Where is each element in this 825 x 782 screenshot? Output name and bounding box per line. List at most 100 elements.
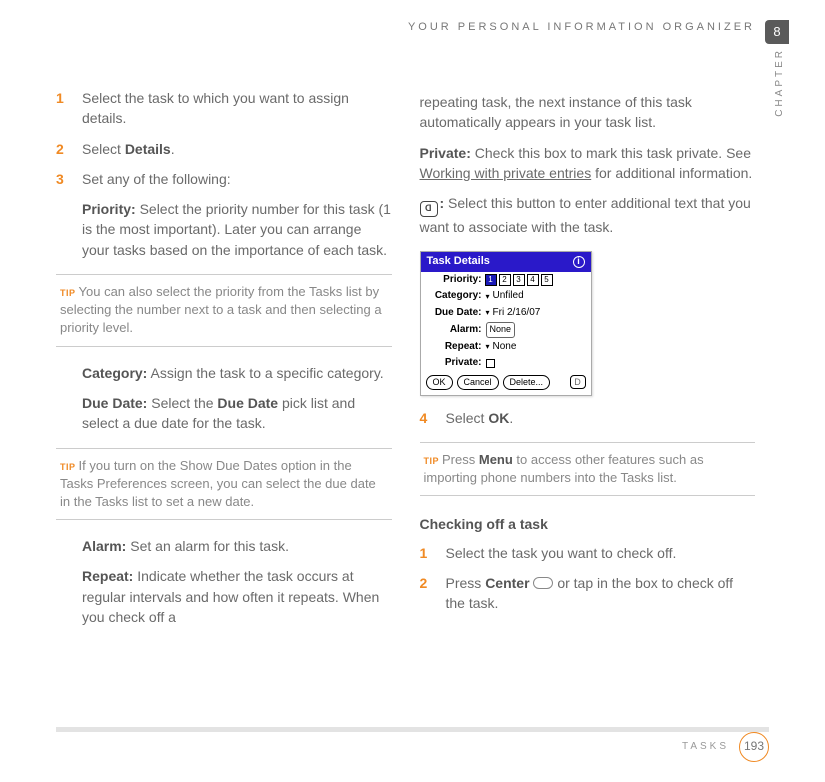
step-text: Select OK. <box>446 408 756 428</box>
step-number: 1 <box>420 543 434 563</box>
step-suffix: . <box>171 141 175 157</box>
duedate-value: Fri 2/16/07 <box>493 306 541 321</box>
step-prefix: Select <box>446 410 489 426</box>
repeat-continuation: repeating task, the next instance of thi… <box>420 92 756 133</box>
alarm-text: Set an alarm for this task. <box>126 538 289 554</box>
step-2: 2 Select Details. <box>56 139 392 159</box>
step-bold: Center <box>485 575 529 591</box>
step-prefix: Select <box>82 141 125 157</box>
private-prefix: Check this box to mark this task private… <box>471 145 751 161</box>
category-paragraph: Category: Assign the task to a specific … <box>82 363 392 383</box>
priority-cell-5[interactable]: 5 <box>541 274 553 286</box>
checking-off-heading: Checking off a task <box>420 514 756 534</box>
tip-box-3: TIPPress Menu to access other features s… <box>420 442 756 496</box>
header-title: YOUR PERSONAL INFORMATION ORGANIZER <box>408 20 755 36</box>
repeat-paragraph: Repeat: Indicate whether the task occurs… <box>82 566 392 627</box>
private-link[interactable]: Working with private entries <box>420 165 592 181</box>
dialog-titlebar: Task Details i <box>421 252 591 272</box>
row-label: Alarm: <box>426 323 482 338</box>
task-details-dialog: Task Details i Priority: 1 2 3 4 5 Categ… <box>420 251 592 396</box>
duedate-label: Due Date: <box>82 395 147 411</box>
chapter-number-badge: 8 <box>765 20 789 44</box>
row-label: Category: <box>426 289 482 304</box>
step-number: 1 <box>56 88 70 129</box>
chevron-down-icon: ▾ <box>486 291 490 303</box>
page-number: 193 <box>739 732 769 762</box>
tip-text: If you turn on the Show Due Dates option… <box>60 458 376 509</box>
tip-box-1: TIPYou can also select the priority from… <box>56 274 392 347</box>
category-text: Assign the task to a specific category. <box>147 365 383 381</box>
dialog-buttons: OK Cancel Delete... D <box>421 372 591 395</box>
step-number: 2 <box>420 573 434 614</box>
category-dropdown[interactable]: ▾Unfiled <box>486 289 524 304</box>
priority-cell-2[interactable]: 2 <box>499 274 511 286</box>
step-number: 2 <box>56 139 70 159</box>
row-label: Due Date: <box>426 306 482 321</box>
alarm-paragraph: Alarm: Set an alarm for this task. <box>82 536 392 556</box>
priority-paragraph: Priority: Select the priority number for… <box>82 199 392 260</box>
note-button[interactable]: D <box>570 375 586 389</box>
chevron-down-icon: ▾ <box>486 341 490 353</box>
step-number: 3 <box>56 169 70 189</box>
dialog-row-alarm: Alarm: None <box>421 321 591 338</box>
step-prefix: Press <box>446 575 486 591</box>
category-value: Unfiled <box>493 289 524 304</box>
step-bold: OK <box>488 410 509 426</box>
duedate-paragraph: Due Date: Select the Due Date pick list … <box>82 393 392 434</box>
step-number: 4 <box>420 408 434 428</box>
check-step-2: 2 Press Center or tap in the box to chec… <box>420 573 756 614</box>
duedate-prefix: Select the <box>147 395 217 411</box>
row-label: Private: <box>426 356 482 371</box>
dialog-row-duedate: Due Date: ▾Fri 2/16/07 <box>421 305 591 322</box>
tip-prefix: Press <box>442 452 479 467</box>
repeat-label: Repeat: <box>82 568 133 584</box>
alarm-value[interactable]: None <box>486 322 516 337</box>
step-text: Press Center or tap in the box to check … <box>446 573 756 614</box>
priority-cell-3[interactable]: 3 <box>513 274 525 286</box>
dialog-row-category: Category: ▾Unfiled <box>421 288 591 305</box>
check-step-1: 1 Select the task you want to check off. <box>420 543 756 563</box>
ok-button[interactable]: OK <box>426 375 453 390</box>
step-1: 1 Select the task to which you want to a… <box>56 88 392 129</box>
left-column: 1 Select the task to which you want to a… <box>56 88 392 637</box>
dialog-row-private: Private: <box>421 355 591 372</box>
info-icon[interactable]: i <box>573 256 585 268</box>
tip-text: You can also select the priority from th… <box>60 284 382 335</box>
note-icon-text: Select this button to enter additional t… <box>420 195 751 235</box>
step-suffix: . <box>509 410 513 426</box>
dialog-title: Task Details <box>427 254 490 270</box>
priority-label: Priority: <box>82 201 136 217</box>
tip-label: TIP <box>60 288 76 298</box>
priority-cell-4[interactable]: 4 <box>527 274 539 286</box>
footer-section: TASKS <box>682 740 729 755</box>
private-paragraph: Private: Check this box to mark this tas… <box>420 143 756 184</box>
delete-button[interactable]: Delete... <box>503 375 551 390</box>
private-checkbox[interactable] <box>486 359 495 368</box>
duedate-dropdown[interactable]: ▾Fri 2/16/07 <box>486 306 541 321</box>
step-text: Select the task to which you want to ass… <box>82 88 392 129</box>
tip-box-2: TIPIf you turn on the Show Due Dates opt… <box>56 448 392 521</box>
repeat-dropdown[interactable]: ▾None <box>486 340 517 355</box>
step-text: Set any of the following: <box>82 169 392 189</box>
tip-label: TIP <box>60 462 76 472</box>
step-bold: Details <box>125 141 171 157</box>
dialog-row-repeat: Repeat: ▾None <box>421 339 591 356</box>
page-footer: TASKS 193 <box>682 732 769 762</box>
priority-cells[interactable]: 1 2 3 4 5 <box>486 274 553 286</box>
step-4: 4 Select OK. <box>420 408 756 428</box>
priority-cell-1[interactable]: 1 <box>485 274 497 286</box>
step-text: Select Details. <box>82 139 392 159</box>
dialog-row-priority: Priority: 1 2 3 4 5 <box>421 272 591 289</box>
row-label: Repeat: <box>426 340 482 355</box>
step-3: 3 Set any of the following: <box>56 169 392 189</box>
note-icon <box>420 201 438 217</box>
step-text: Select the task you want to check off. <box>446 543 756 563</box>
cancel-button[interactable]: Cancel <box>457 375 499 390</box>
category-label: Category: <box>82 365 147 381</box>
chevron-down-icon: ▾ <box>486 307 490 319</box>
private-suffix: for additional information. <box>591 165 752 181</box>
duedate-bold: Due Date <box>217 395 278 411</box>
private-label: Private: <box>420 145 471 161</box>
right-column: repeating task, the next instance of thi… <box>420 88 756 637</box>
tip-bold: Menu <box>479 452 513 467</box>
